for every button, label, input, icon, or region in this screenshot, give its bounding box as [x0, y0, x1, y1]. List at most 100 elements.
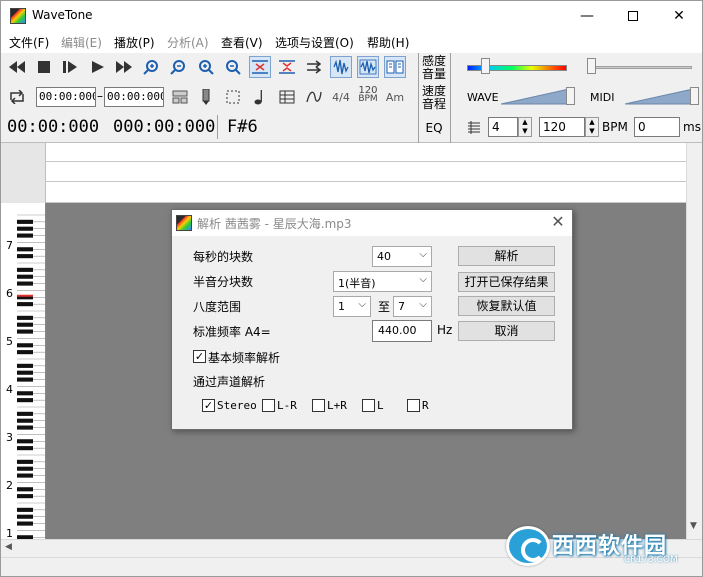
black-key[interactable]: [17, 425, 33, 430]
menu-play[interactable]: 播放(P): [114, 34, 155, 51]
zoom-in-vertical-icon[interactable]: [195, 56, 217, 78]
play-icon[interactable]: [87, 56, 109, 78]
stop-icon[interactable]: [33, 56, 55, 78]
select-rect-icon[interactable]: [222, 86, 244, 108]
black-key[interactable]: [17, 219, 33, 224]
black-key[interactable]: [17, 363, 33, 368]
volume-slider-track[interactable]: [589, 66, 692, 69]
fit-horizontal-icon[interactable]: [249, 56, 271, 78]
piano-keyboard[interactable]: 7 6 5 4 3 2 1: [1, 203, 46, 539]
black-key[interactable]: [17, 459, 33, 464]
menu-options[interactable]: 选项与设置(O): [275, 34, 354, 51]
start-time-input[interactable]: 00:00:000: [36, 87, 96, 107]
base-frequency-checkbox[interactable]: ✓: [193, 350, 206, 363]
black-key[interactable]: [17, 267, 33, 272]
black-key[interactable]: [17, 322, 33, 327]
pencil-icon[interactable]: [195, 86, 217, 108]
analyze-button[interactable]: 解析: [458, 246, 555, 266]
tempo-icon[interactable]: 120 BPM: [357, 84, 379, 106]
zoom-out-horizontal-icon[interactable]: [167, 56, 189, 78]
end-time-input[interactable]: 00:00:000: [104, 87, 164, 107]
zoom-in-horizontal-icon[interactable]: [140, 56, 162, 78]
fast-forward-icon[interactable]: [113, 56, 135, 78]
scroll-left-icon[interactable]: ◀: [5, 542, 12, 552]
black-key[interactable]: [17, 302, 33, 307]
open-saved-results-button[interactable]: 打开已保存结果: [458, 272, 555, 292]
black-key[interactable]: [17, 377, 33, 382]
cancel-button[interactable]: 取消: [458, 321, 555, 341]
channel-checkbox-l-r[interactable]: [312, 399, 325, 412]
vertical-scrollbar[interactable]: ▼: [686, 143, 702, 539]
black-key[interactable]: [17, 370, 33, 375]
black-key[interactable]: [17, 247, 33, 252]
black-key[interactable]: [17, 329, 33, 334]
pause-play-icon[interactable]: [59, 56, 81, 78]
octave-to-select[interactable]: 7 ⌵: [393, 296, 432, 317]
black-key[interactable]: [17, 418, 33, 423]
minimize-button[interactable]: —: [564, 1, 610, 31]
fit-vertical-icon[interactable]: [276, 56, 298, 78]
black-key[interactable]: [17, 233, 33, 238]
channel-checkbox-l-r[interactable]: [262, 399, 275, 412]
black-key[interactable]: [17, 315, 33, 320]
offset-ms-input[interactable]: 0: [634, 117, 680, 137]
midi-volume-wedge[interactable]: [625, 87, 695, 105]
dialog-close-icon[interactable]: ✕: [548, 212, 568, 232]
grid-icon[interactable]: [276, 86, 298, 108]
menu-analyze[interactable]: 分析(A): [167, 34, 209, 51]
octave-from-select[interactable]: 1 ⌵: [333, 296, 371, 317]
sensitivity-slider-thumb[interactable]: [481, 58, 490, 74]
wave-volume-wedge[interactable]: [501, 87, 571, 105]
black-key[interactable]: [17, 494, 33, 499]
chord-icon[interactable]: Am: [384, 86, 406, 108]
black-key[interactable]: [17, 446, 33, 451]
waveform-view-icon[interactable]: [330, 56, 352, 78]
blocks-per-second-select[interactable]: 40 ⌵: [372, 246, 432, 267]
black-key[interactable]: [17, 507, 33, 512]
volume-slider-thumb[interactable]: [587, 58, 596, 74]
arrows-right-icon[interactable]: [303, 56, 325, 78]
channel-checkbox-stereo[interactable]: ✓: [202, 399, 215, 412]
black-key[interactable]: [17, 473, 33, 478]
restore-defaults-button[interactable]: 恢复默认值: [458, 296, 555, 316]
beats-input[interactable]: 4: [488, 117, 518, 137]
channel-checkbox-r[interactable]: [407, 399, 420, 412]
black-key[interactable]: [17, 487, 33, 492]
maximize-button[interactable]: [610, 1, 656, 31]
black-key[interactable]: [17, 274, 33, 279]
menu-help[interactable]: 帮助(H): [367, 34, 409, 51]
beats-spinner[interactable]: ▲ ▼: [518, 117, 532, 137]
black-key[interactable]: [17, 398, 33, 403]
time-signature-icon[interactable]: 4/4: [330, 86, 352, 108]
black-key[interactable]: [17, 254, 33, 259]
black-key[interactable]: [17, 343, 33, 348]
score-book-icon[interactable]: [384, 56, 406, 78]
black-key[interactable]: [17, 521, 33, 526]
spectrum-view-icon[interactable]: [357, 56, 379, 78]
black-key[interactable]: [17, 391, 33, 396]
channel-checkbox-l[interactable]: [362, 399, 375, 412]
eq-label[interactable]: EQ: [420, 122, 448, 135]
loop-icon[interactable]: [6, 86, 28, 108]
close-button[interactable]: ✕: [656, 1, 702, 31]
note-icon[interactable]: [249, 86, 271, 108]
black-key[interactable]: [17, 514, 33, 519]
menu-file[interactable]: 文件(F): [9, 34, 49, 51]
bpm-input[interactable]: 120: [539, 117, 585, 137]
wave-volume-thumb[interactable]: [566, 87, 575, 105]
menu-view[interactable]: 查看(V): [221, 34, 263, 51]
rewind-icon[interactable]: [6, 56, 28, 78]
bpm-spinner[interactable]: ▲ ▼: [585, 117, 599, 137]
black-key[interactable]: [17, 411, 33, 416]
semitone-blocks-select[interactable]: 1(半音) ⌵: [333, 271, 432, 292]
black-key[interactable]: [17, 466, 33, 471]
zoom-out-vertical-icon[interactable]: [222, 56, 244, 78]
black-key[interactable]: [17, 226, 33, 231]
track-view-icon[interactable]: [169, 86, 191, 108]
midi-volume-thumb[interactable]: [690, 87, 699, 105]
curve-icon[interactable]: [303, 86, 325, 108]
standard-frequency-input[interactable]: 440.00: [372, 320, 432, 342]
black-key[interactable]: [17, 350, 33, 355]
black-key[interactable]: [17, 439, 33, 444]
black-key[interactable]: [17, 281, 33, 286]
